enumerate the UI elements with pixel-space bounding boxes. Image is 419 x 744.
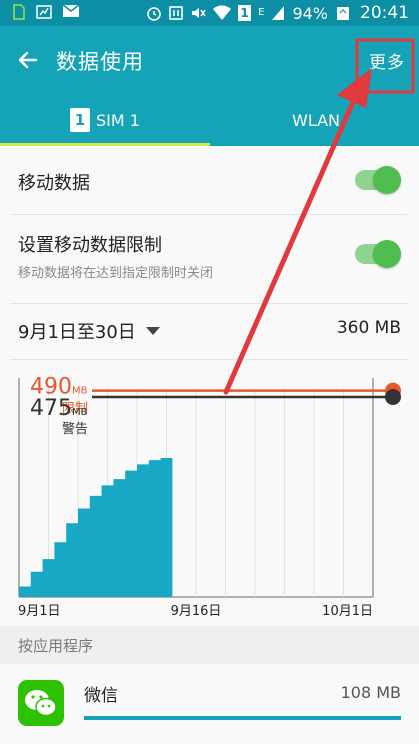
usage-area xyxy=(19,458,173,597)
back-button[interactable] xyxy=(12,44,44,76)
section-title: 按应用程序 xyxy=(18,637,94,655)
data-limit-row[interactable]: 设置移动数据限制 移动数据将在达到指定限制时关闭 xyxy=(0,215,419,303)
network-indicator: E xyxy=(258,7,265,18)
sim-badge: 1 xyxy=(70,108,90,132)
switch-knob xyxy=(373,240,401,268)
tab-label: WLAN xyxy=(292,110,341,130)
app-usage: 108 MB xyxy=(340,683,401,702)
warning-handle xyxy=(385,388,401,405)
data-limit-switch[interactable] xyxy=(355,240,401,268)
alarm-icon xyxy=(146,5,162,21)
x-tick-label: 9月16日 xyxy=(171,604,222,619)
divider xyxy=(10,303,407,304)
signal-icon xyxy=(36,4,52,20)
period-total: 360 MB xyxy=(336,318,401,338)
app-name: 微信 xyxy=(84,686,118,706)
warning-label: 警告 xyxy=(62,421,88,437)
app-list-item[interactable]: 微信 108 MB xyxy=(0,664,419,744)
period-range: 9月1日至30日 xyxy=(18,322,136,343)
tab-label: SIM 1 xyxy=(96,110,140,130)
data-limit-description: 移动数据将在达到指定限制时关闭 xyxy=(18,266,214,281)
mobile-data-label: 移动数据 xyxy=(18,173,90,194)
limit-unit: MB xyxy=(72,386,88,397)
mobile-data-row[interactable]: 移动数据 xyxy=(0,146,419,214)
battery-percent: 94% xyxy=(292,3,328,23)
caret-down-icon xyxy=(145,327,160,335)
app-usage-bar xyxy=(84,716,401,720)
mute-icon xyxy=(190,5,206,21)
mobile-data-switch[interactable] xyxy=(355,166,401,194)
warning-value: 475 xyxy=(30,396,72,421)
x-tick-label: 10月1日 xyxy=(322,604,373,619)
switch-knob xyxy=(373,166,401,194)
sim-tabs: 1 SIM 1 WLAN xyxy=(0,94,419,146)
cell-signal-icon xyxy=(271,5,285,21)
tab-sim1[interactable]: 1 SIM 1 xyxy=(70,94,140,146)
data-limit-label: 设置移动数据限制 xyxy=(18,235,162,256)
usage-chart: 490 MB限制475 MB警告9月1日 9月16日 10月1日 xyxy=(18,375,401,619)
arrow-left-icon xyxy=(18,51,38,69)
more-button[interactable]: 更多 xyxy=(369,48,405,73)
warning-unit: MB xyxy=(72,407,88,418)
page-title: 数据使用 xyxy=(56,50,144,74)
apps-section-header: 按应用程序 xyxy=(0,626,419,664)
wechat-icon xyxy=(18,680,64,726)
tab-wlan[interactable]: WLAN xyxy=(292,94,340,146)
mail-icon xyxy=(62,4,80,20)
clock: 20:41 xyxy=(360,3,409,23)
battery-icon xyxy=(335,5,351,21)
x-tick-label: 9月1日 xyxy=(18,604,61,619)
app-bar: 数据使用 更多 xyxy=(0,26,419,94)
sim-indicator: 1 xyxy=(238,5,252,21)
period-selector[interactable]: 9月1日至30日 xyxy=(18,318,160,344)
nfc-icon xyxy=(169,5,183,21)
status-bar: 1 E 94% 20:41 xyxy=(0,0,419,26)
divider xyxy=(10,359,407,360)
wifi-icon xyxy=(213,5,232,21)
sim-icon xyxy=(12,4,26,20)
